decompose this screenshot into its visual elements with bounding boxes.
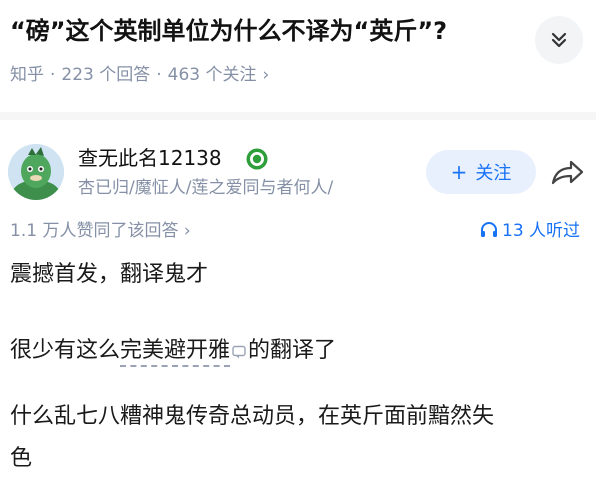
platform-name: 知乎 [10,65,44,85]
question-title[interactable]: “磅”这个英制单位为什么不译为“英斤”? [10,14,447,48]
answer-stats: 1.1 万人赞同了该回答 › 13 人听过 [0,212,596,250]
share-icon[interactable] [549,157,585,187]
votes-link[interactable]: 1.1 万人赞同了该回答 › [10,218,191,244]
badge-icon [246,148,268,170]
chevron-right-icon: › [262,65,270,85]
author-bio: 杏已归/魔怔人/莲之爱同与者何人/ [78,178,334,198]
separator-dot: · [156,65,162,85]
chevron-right-icon: › [183,221,191,241]
followers-count: 463 个关注 [167,65,257,85]
section-divider [0,112,596,120]
chevron-double-down-icon [551,32,567,48]
answer-paragraph: 震撼首发，翻译鬼才 [10,262,209,287]
collapse-button[interactable] [535,16,583,64]
follow-button[interactable]: + 关注 [426,150,536,194]
answer-paragraph-continued: 色 [10,446,33,471]
author-name[interactable]: 查无此名12138 [78,143,222,173]
paragraph-text: 的翻译了 [248,338,337,363]
listeners-count: 13 人听过 [502,221,581,241]
follow-label: 关注 [475,163,512,184]
headphones-icon [481,222,497,237]
paragraph-text: 很少有这么 [10,338,121,363]
question-header: “磅”这个英制单位为什么不译为“英斤”? 知乎 · 223 个回答 · 463 个关注 › [0,0,596,112]
author-card: 查无此名12138 杏已归/魔怔人/莲之爱同与者何人/ + 关注 [0,120,596,212]
votes-count: 1.1 万人赞同了该回答 [10,221,179,241]
question-meta[interactable]: 知乎 · 223 个回答 · 463 个关注 › [10,62,269,88]
annotated-phrase-link[interactable]: 完美避开雅 [120,338,231,367]
listeners-button[interactable]: 13 人听过 [480,218,580,244]
answers-count: 223 个回答 [61,65,151,85]
plus-icon: + [450,160,468,184]
answer-paragraph: 很少有这么完美避开雅 的翻译了 [10,334,336,368]
separator-dot: · [50,65,56,85]
comment-icon[interactable] [232,345,246,359]
avatar[interactable] [8,144,64,200]
answer-paragraph: 什么乱七八糟神鬼传奇总动员，在英斤面前黯然失 [10,404,495,429]
